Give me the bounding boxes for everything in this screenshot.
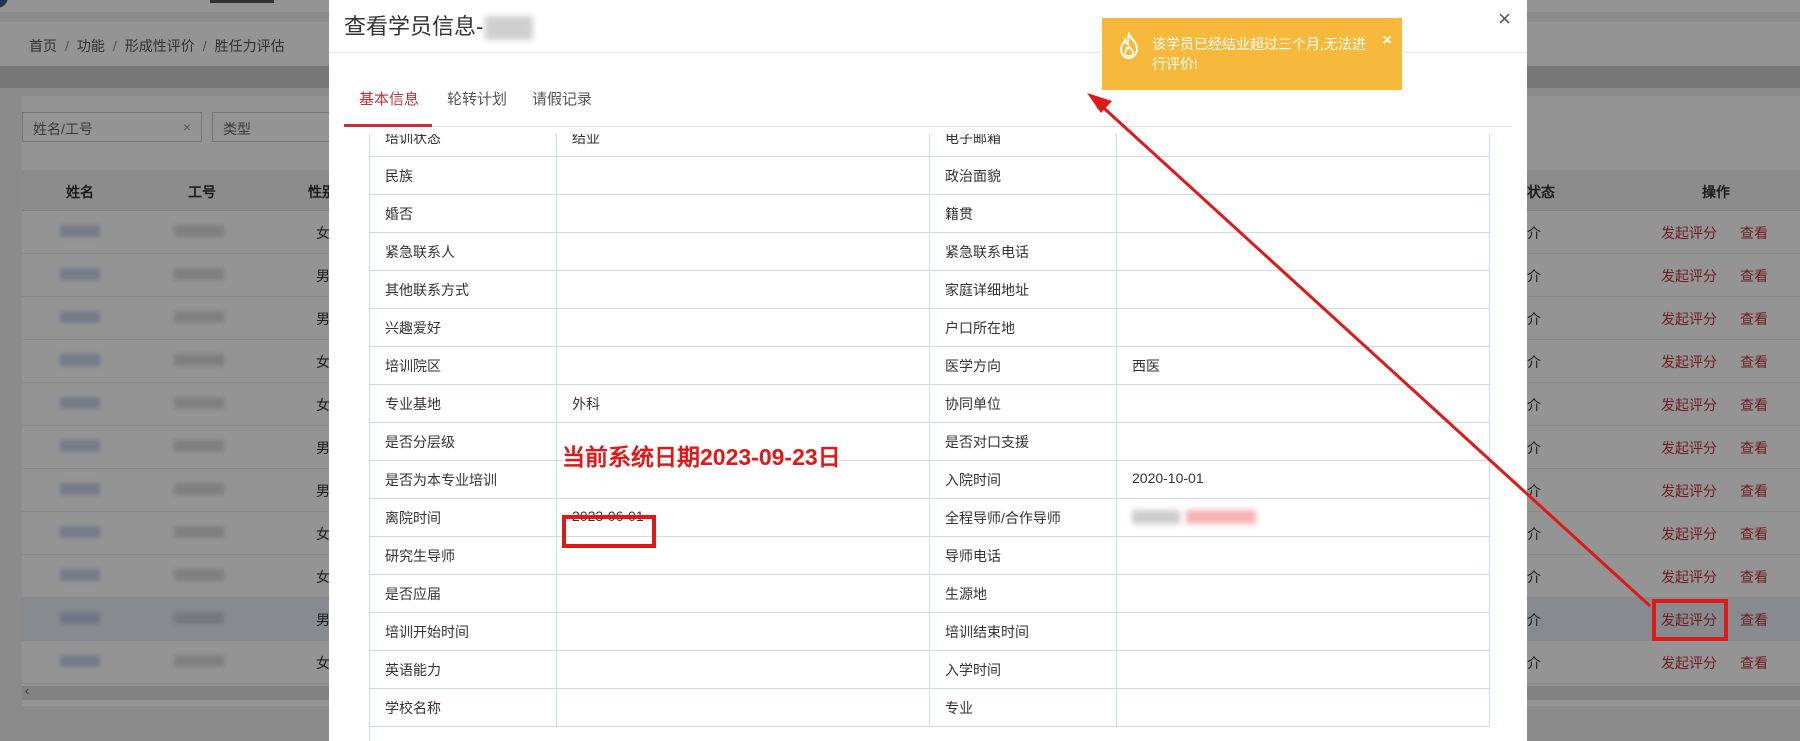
field-label: 培训院区: [370, 346, 557, 384]
field-label: 培训结束时间: [930, 612, 1117, 650]
field-value: [1117, 612, 1490, 650]
highlight-box-evaluate: [1652, 599, 1728, 641]
field-label: 籍贯: [930, 194, 1117, 232]
field-value: [557, 156, 930, 194]
field-value: [557, 612, 930, 650]
field-label: 全程导师/合作导师: [930, 498, 1117, 536]
field-value: [1117, 134, 1490, 156]
tab-rotation-plan[interactable]: 轮转计划: [432, 80, 520, 124]
field-value: 外科: [557, 384, 930, 422]
close-icon[interactable]: ×: [1498, 6, 1511, 32]
tab-leave-records[interactable]: 请假记录: [520, 80, 608, 124]
field-label: 研究生导师: [370, 536, 557, 574]
field-value: [557, 270, 930, 308]
field-label: 是否分层级: [370, 422, 557, 460]
info-row: 专业基地 外科 协同单位: [370, 384, 1490, 423]
field-label: 紧急联系电话: [930, 232, 1117, 270]
field-label: 专业: [930, 688, 1117, 726]
toast-close-icon[interactable]: ×: [1383, 32, 1392, 50]
field-value: 结业: [557, 134, 930, 156]
field-value: [1117, 194, 1490, 232]
tab-label: 请假记录: [532, 91, 593, 108]
field-value: [1117, 156, 1490, 194]
field-label: 入院时间: [930, 460, 1117, 498]
field-value: [557, 346, 930, 384]
field-value: [1117, 270, 1490, 308]
field-value: [1117, 308, 1490, 346]
field-label: 是否为本专业培训: [370, 460, 557, 498]
field-value: [557, 194, 930, 232]
field-value: 西医: [1117, 346, 1490, 384]
field-value: 2020-10-01: [1117, 460, 1490, 498]
field-label: 户口所在地: [930, 308, 1117, 346]
field-value: [557, 232, 930, 270]
field-label: 生源地: [930, 574, 1117, 612]
field-label: 其他联系方式: [370, 270, 557, 308]
info-row: 培训院区 医学方向 西医: [370, 346, 1490, 385]
field-label: 医学方向: [930, 346, 1117, 384]
field-label: 入学时间: [930, 650, 1117, 688]
basic-info-table: 培训状态 结业 电子邮箱 民族 政治面貌 婚否 籍贯 紧急联系人 紧急联系电话 其他联系方式 家庭详…: [369, 134, 1490, 741]
field-value: [1117, 688, 1490, 726]
field-label: 兴趣爱好: [370, 308, 557, 346]
field-value: [557, 308, 930, 346]
system-date-annotation: 当前系统日期2023-09-23日: [562, 444, 841, 470]
info-row: 婚否 籍贯: [370, 194, 1490, 233]
field-label: 协同单位: [930, 384, 1117, 422]
info-row: 培训开始时间 培训结束时间: [370, 612, 1490, 651]
student-info-modal: 查看学员信息- × 基本信息 轮转计划 请假记录 培训状态 结业 电子邮箱 民族 政治面…: [329, 0, 1527, 741]
field-label: 英语能力: [370, 650, 557, 688]
info-row: 离院时间 2023-06-01 全程导师/合作导师: [370, 498, 1490, 537]
field-value: [1117, 384, 1490, 422]
field-value: [1117, 498, 1490, 536]
field-label: 民族: [370, 156, 557, 194]
highlight-box-leave-date: [562, 515, 656, 548]
field-label: 家庭详细地址: [930, 270, 1117, 308]
field-value: [1117, 650, 1490, 688]
field-label: 学校名称: [370, 688, 557, 726]
info-row: 英语能力 入学时间: [370, 650, 1490, 689]
info-row: 其他联系方式 家庭详细地址: [370, 270, 1490, 309]
flame-icon: [1116, 31, 1142, 63]
info-row: 兴趣爱好 户口所在地: [370, 308, 1490, 347]
field-label: 紧急联系人: [370, 232, 557, 270]
info-row: 是否应届 生源地: [370, 574, 1490, 613]
field-label: 是否应届: [370, 574, 557, 612]
field-label: 导师电话: [930, 536, 1117, 574]
info-row: 培训状态 结业 电子邮箱: [370, 134, 1490, 157]
redacted-name: [485, 16, 534, 41]
info-row: 研究生导师 导师电话: [370, 536, 1490, 575]
info-row: 民族 政治面貌: [370, 156, 1490, 195]
field-value: [1117, 574, 1490, 612]
field-value: [1117, 232, 1490, 270]
field-label: 政治面貌: [930, 156, 1117, 194]
field-label: 是否对口支援: [930, 422, 1117, 460]
tab-label: 基本信息: [359, 91, 420, 108]
field-label: 培训状态: [370, 134, 557, 156]
field-value: [557, 650, 930, 688]
modal-title-text: 查看学员信息-: [344, 14, 484, 39]
field-label: 电子邮箱: [930, 134, 1117, 156]
redacted-mentor: [1186, 510, 1256, 525]
field-label: 离院时间: [370, 498, 557, 536]
field-label: 培训开始时间: [370, 612, 557, 650]
info-row: 紧急联系人 紧急联系电话: [370, 232, 1490, 271]
info-row: 是否分层级 是否对口支援: [370, 422, 1490, 461]
field-value: [1117, 422, 1490, 460]
warning-toast: 该学员已经结业超过三个月,无法进行评价! ×: [1102, 18, 1402, 90]
info-row: 学校名称 专业: [370, 688, 1490, 727]
field-value: [557, 574, 930, 612]
info-row: 是否为本专业培训 入院时间 2020-10-01: [370, 460, 1490, 499]
field-value: [557, 688, 930, 726]
field-value: [1117, 536, 1490, 574]
field-label: 专业基地: [370, 384, 557, 422]
tab-basic-info[interactable]: 基本信息: [344, 80, 432, 127]
redacted-mentor: [1132, 510, 1180, 525]
tab-label: 轮转计划: [447, 91, 508, 108]
modal-title: 查看学员信息-: [344, 9, 534, 41]
field-label: 婚否: [370, 194, 557, 232]
toast-message: 该学员已经结业超过三个月,无法进行评价!: [1152, 36, 1366, 72]
